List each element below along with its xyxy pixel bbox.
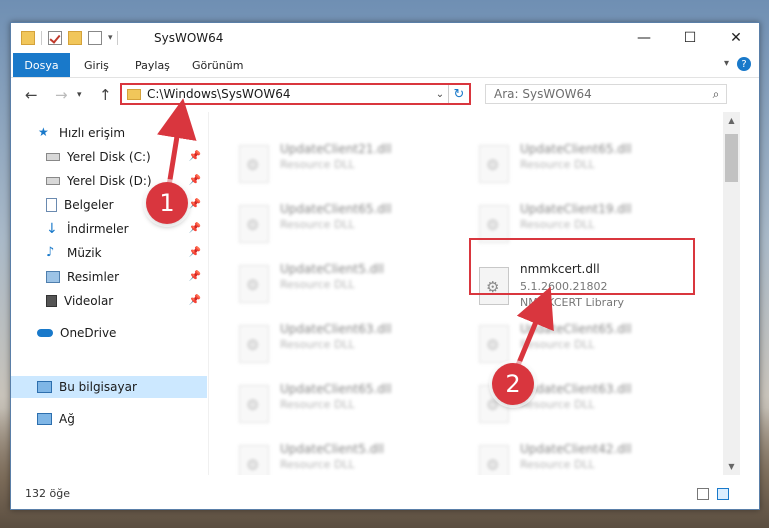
annotation-arrows	[157, 98, 554, 371]
step-marker-1: 1	[146, 182, 188, 224]
step-marker-2: 2	[492, 363, 534, 405]
arrow-to-address-bar	[157, 98, 197, 193]
arrow-to-file	[513, 286, 554, 371]
